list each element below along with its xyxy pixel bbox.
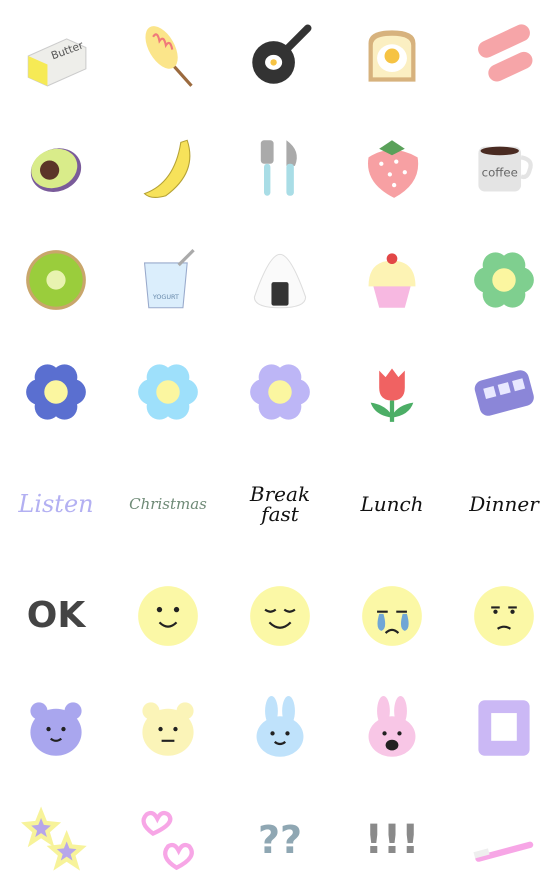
avocado-icon [30,148,82,193]
sticker-exclamation-marks[interactable]: !!! [336,784,448,896]
banana-icon [143,139,191,198]
sticker-stars[interactable] [0,784,112,896]
sticker-meh-face[interactable] [448,560,560,672]
sticker-egg-toast[interactable] [336,0,448,112]
meh-face-icon [474,586,534,646]
sticker-train[interactable] [448,336,560,448]
blue-flower-icon [26,364,86,420]
sticker-onigiri[interactable] [224,224,336,336]
sticker-green-flower[interactable] [448,224,560,336]
crying-face-icon [362,586,422,646]
sticker-tulip[interactable] [336,336,448,448]
sticker-grid: Butter coffee YOGURT Listen Christmas Break f… [0,0,560,896]
coffee-cup-icon: coffee [478,146,533,192]
egg-toast-icon [368,30,416,82]
sticker-purple-square-frame[interactable] [448,672,560,784]
sausages-icon [478,24,533,82]
sticker-lavender-flower[interactable] [224,336,336,448]
corn-dog-icon [145,26,193,87]
hearts-icon [141,810,194,871]
train-icon [474,370,534,416]
sticker-sausages[interactable] [448,0,560,112]
sticker-strawberry[interactable] [336,112,448,224]
sticker-word-christmas[interactable]: Christmas [112,448,224,560]
sticker-word-listen[interactable]: Listen [0,448,112,560]
word-listen-text: Listen [18,490,94,518]
sticker-word-dinner[interactable]: Dinner [448,448,560,560]
purple-square-frame-icon [478,700,530,756]
sticker-smile-face[interactable] [112,560,224,672]
cupcake-icon [368,253,416,308]
sticker-blue-flower[interactable] [0,336,112,448]
sticker-banana[interactable] [112,112,224,224]
yogurt-label: YOGURT [152,293,179,301]
sticker-coffee-cup[interactable]: coffee [448,112,560,224]
lavender-flower-icon [250,364,310,420]
sticker-content-face[interactable] [224,560,336,672]
sticker-butter[interactable]: Butter [0,0,112,112]
sticker-crying-face[interactable] [336,560,448,672]
sticker-blue-bunny[interactable] [224,672,336,784]
sticker-yellow-bear[interactable] [112,672,224,784]
fork-knife-icon [260,140,297,196]
onigiri-icon [253,253,307,309]
light-blue-flower-icon [138,364,198,420]
sticker-toothbrush[interactable] [448,784,560,896]
question-marks-text: ?? [257,818,303,862]
sticker-fork-knife[interactable] [224,112,336,224]
content-face-icon [250,586,310,646]
word-ok-text: OK [26,595,86,636]
sticker-kiwi[interactable] [0,224,112,336]
strawberry-icon [368,140,419,198]
exclamation-marks-text: !!! [364,817,420,863]
tulip-icon [370,368,414,422]
coffee-label: coffee [482,166,518,180]
yogurt-icon: YOGURT [143,249,195,309]
stars-icon [21,806,87,871]
sticker-corn-dog[interactable] [112,0,224,112]
toothbrush-icon [473,841,534,862]
sticker-light-blue-flower[interactable] [112,336,224,448]
sticker-cupcake[interactable] [336,224,448,336]
sticker-avocado[interactable] [0,112,112,224]
word-dinner-text: Dinner [469,492,539,516]
word-breakfast-text: Break fast [249,482,311,526]
kiwi-icon [26,250,86,310]
sticker-purple-bear[interactable] [0,672,112,784]
green-flower-icon [474,252,534,308]
sticker-frying-pan-egg[interactable] [224,0,336,112]
word-lunch-text: Lunch [360,492,424,516]
sticker-pink-bunny-shocked[interactable] [336,672,448,784]
sticker-word-breakfast[interactable]: Break fast [224,448,336,560]
blue-bunny-icon [256,696,304,757]
butter-icon: Butter [27,38,87,87]
sticker-question-marks[interactable]: ?? [224,784,336,896]
sticker-hearts[interactable] [112,784,224,896]
word-christmas-text: Christmas [129,494,207,513]
frying-pan-egg-icon [252,24,312,84]
sticker-word-lunch[interactable]: Lunch [336,448,448,560]
purple-bear-icon [30,702,82,756]
pink-bunny-shocked-icon [368,696,416,757]
sticker-yogurt[interactable]: YOGURT [112,224,224,336]
sticker-word-ok[interactable]: OK [0,560,112,672]
smile-face-icon [138,586,198,646]
yellow-bear-icon [142,702,194,756]
